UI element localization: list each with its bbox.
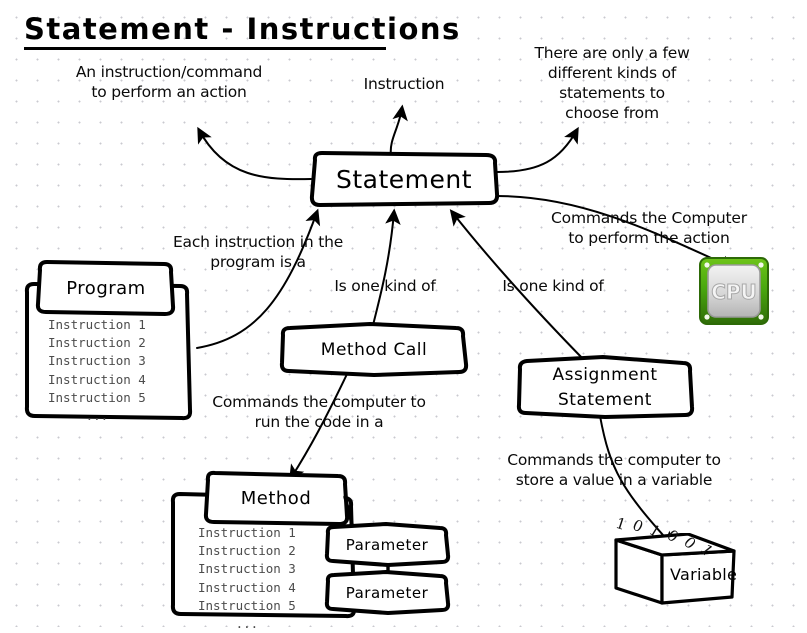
- variable-bit: 1: [613, 513, 629, 535]
- variable-bit: 0: [629, 516, 647, 537]
- note-is-one-kind-of-left: Is one kind of: [334, 277, 436, 295]
- node-variable-label: Variable: [670, 565, 738, 584]
- note-commands-computer-action: Commands the Computer to perform the act…: [551, 209, 747, 247]
- title-underline: [24, 47, 386, 50]
- node-program[interactable]: Program Instruction 1 Instruction 2 Inst…: [22, 258, 222, 424]
- edge-statement-to-instruction: [389, 104, 408, 156]
- variable-bit: 0: [679, 532, 700, 553]
- node-program-code: Instruction 1 Instruction 2 Instruction …: [48, 317, 146, 424]
- node-assignment-statement[interactable]: Assignment Statement: [515, 355, 695, 421]
- cpu-icon-text: CPU: [711, 280, 757, 304]
- note-is-one-kind-of-right: Is one kind of: [502, 277, 604, 295]
- node-method-call[interactable]: Method Call: [278, 322, 470, 378]
- note-commands-store-value: Commands the computer to store a value i…: [507, 451, 721, 489]
- node-method-code: Instruction 1 Instruction 2 Instruction …: [198, 525, 296, 632]
- variable-bit: 1: [646, 520, 664, 541]
- node-method-tab-label: Method: [240, 487, 312, 509]
- node-parameter-1[interactable]: Parameter: [324, 522, 451, 567]
- diagram-canvas: Statement - Instructions An instruction/…: [0, 0, 807, 631]
- edge-statement-to-few-kinds: [496, 126, 579, 173]
- node-parameter-2[interactable]: Parameter: [324, 570, 451, 615]
- note-instruction-command: An instruction/command to perform an act…: [75, 63, 263, 101]
- node-program-tab-label: Program: [66, 277, 146, 299]
- edge-method-call-to-statement: [371, 208, 401, 330]
- variable-bits: 101001: [613, 513, 724, 559]
- page-title: Statement - Instructions: [24, 12, 461, 46]
- note-few-kinds: There are only a few different kinds of …: [534, 44, 690, 122]
- note-instruction: Instruction: [363, 75, 445, 93]
- variable-bit: 0: [663, 526, 682, 547]
- edge-statement-to-instruction-command: [197, 126, 312, 181]
- node-statement[interactable]: Statement: [308, 150, 500, 208]
- note-commands-run-code: Commands the computer to run the code in…: [212, 393, 426, 431]
- cpu-icon: CPU: [699, 257, 769, 325]
